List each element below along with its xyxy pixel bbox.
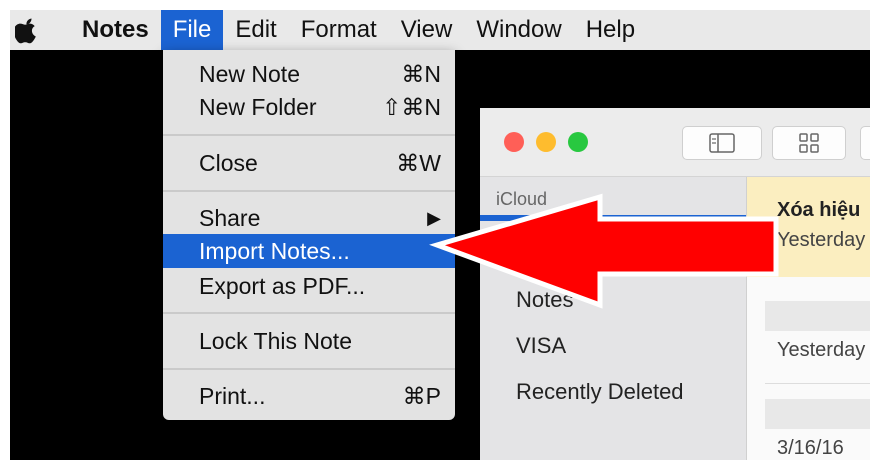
red-arrow-icon [429,193,779,309]
desktop: iCloud Notes VISA Recently Deleted Xóa h… [10,10,870,460]
